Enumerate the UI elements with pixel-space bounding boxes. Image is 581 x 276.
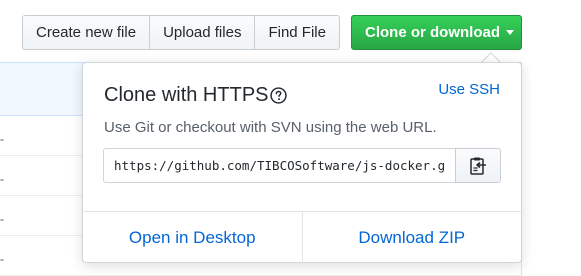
clone-description: Use Git or checkout with SVN using the w… [104, 119, 437, 136]
clone-url-group [103, 148, 501, 183]
create-new-file-button[interactable]: Create new file [22, 15, 151, 50]
download-zip-button[interactable]: Download ZIP [303, 212, 522, 263]
clone-url-input[interactable] [103, 148, 455, 183]
clipboard-icon [470, 157, 486, 175]
clone-title: Clone with HTTPS [104, 84, 269, 106]
upload-files-button[interactable]: Upload files [150, 15, 256, 50]
clone-or-download-button[interactable]: Clone or download [351, 15, 522, 50]
open-in-desktop-button[interactable]: Open in Desktop [83, 212, 303, 263]
question-icon[interactable] [270, 87, 287, 104]
clone-panel-footer: Open in Desktop Download ZIP [83, 211, 521, 263]
use-ssh-link[interactable]: Use SSH [438, 81, 500, 98]
copy-to-clipboard-button[interactable] [455, 148, 501, 183]
file-actions-group: Create new file Upload files Find File [22, 15, 340, 50]
find-file-button[interactable]: Find File [255, 15, 340, 50]
caret-down-icon [506, 30, 514, 35]
clone-dropdown-panel: Clone with HTTPS Use SSH Use Git or chec… [82, 62, 522, 263]
clone-button-label: Clone or download [365, 24, 500, 41]
